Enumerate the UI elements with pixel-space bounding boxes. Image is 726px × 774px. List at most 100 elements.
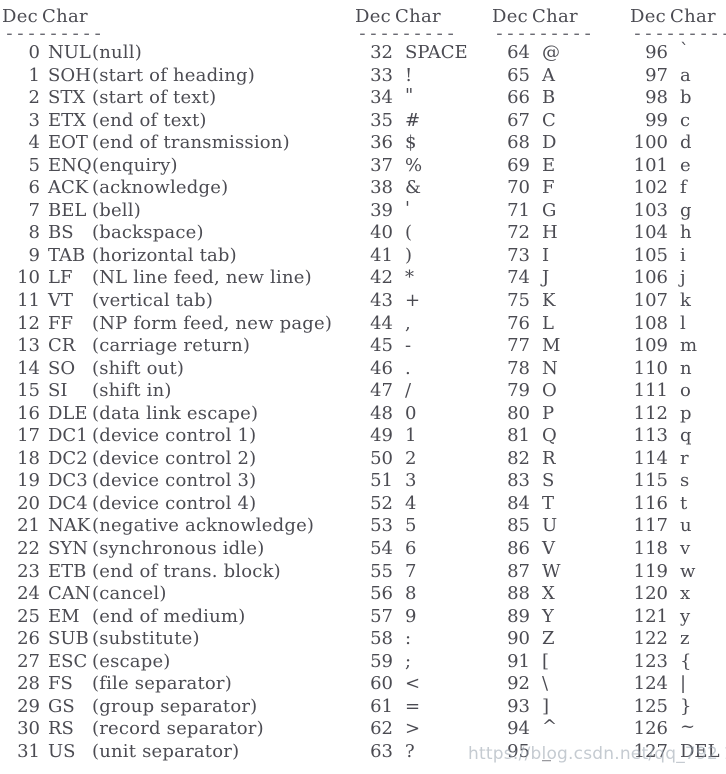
ascii-char-value: DC4 — [48, 492, 88, 514]
ascii-decimal-value: 1 — [28, 64, 40, 86]
ascii-row: 51 3 — [355, 470, 491, 493]
ascii-description: (record separator) — [92, 718, 264, 740]
ascii-char-value: ETB — [48, 560, 87, 582]
ascii-row: 44, — [355, 313, 491, 336]
ascii-row: 21 NAK (negative acknowledge) — [2, 515, 352, 538]
ascii-char-value: ESC — [48, 650, 88, 672]
ascii-char-value: ETX — [48, 109, 86, 131]
ascii-row: 96 ` — [630, 40, 726, 65]
ascii-decimal-value: 64 — [507, 42, 530, 63]
ascii-decimal-value: 121 — [633, 605, 668, 627]
ascii-row: 123 { — [630, 651, 726, 674]
ascii-row: 0 NUL (null) — [2, 42, 352, 65]
ascii-decimal-value: 56 — [370, 583, 393, 605]
ascii-decimal-value: 13 — [17, 335, 40, 357]
ascii-char-value: w — [680, 560, 696, 582]
ascii-row: 95 _ — [492, 741, 629, 764]
ascii-char-value: 4 — [405, 492, 417, 514]
ascii-row: 37% — [355, 155, 491, 178]
ascii-description: (NP form feed, new page) — [92, 312, 333, 334]
ascii-char-value: A — [542, 64, 555, 86]
ascii-row: 124 | — [630, 673, 726, 696]
ascii-char-value: C — [542, 109, 556, 131]
ascii-decimal-value: 108 — [633, 312, 668, 334]
ascii-description: (horizontal tab) — [92, 244, 237, 266]
ascii-decimal-value: 70 — [507, 177, 530, 199]
ascii-row: 52 4 — [355, 493, 491, 516]
ascii-row: 47 / — [355, 380, 491, 403]
ascii-row: 110 n — [630, 358, 726, 381]
ascii-char-value: j — [680, 267, 686, 289]
ascii-decimal-value: 44 — [370, 312, 393, 334]
ascii-decimal-value: 59 — [370, 650, 393, 672]
ascii-char-value: [ — [542, 650, 550, 672]
ascii-char-value: 3 — [405, 470, 417, 492]
ascii-char-value: G — [542, 199, 557, 221]
ascii-row: 104 h — [630, 222, 726, 245]
ascii-decimal-value: 71 — [507, 199, 530, 221]
ascii-decimal-value: 61 — [370, 695, 393, 717]
ascii-row: 25 EM (end of medium) — [2, 606, 352, 629]
ascii-decimal-value: 95 — [507, 740, 530, 762]
ascii-decimal-value: 19 — [17, 470, 40, 492]
ascii-decimal-value: 73 — [507, 244, 530, 266]
ascii-row: 94 ^ — [492, 716, 629, 741]
ascii-decimal-value: 3 — [28, 109, 40, 131]
ascii-row: 46. — [355, 358, 491, 381]
ascii-row: 116 t — [630, 493, 726, 516]
ascii-decimal-value: 123 — [633, 650, 668, 672]
ascii-char-value: SO — [48, 357, 76, 379]
ascii-description: (backspace) — [92, 222, 204, 244]
ascii-decimal-value: 110 — [633, 357, 668, 379]
ascii-rows: 64 @65 A 66 B 67 C 68 D 69 E 70 F 71 G 72 H 73 I 74 J 75 K 76 L 7… — [492, 42, 629, 764]
ascii-decimal-value: 88 — [507, 583, 530, 605]
ascii-row: 85 U — [492, 515, 629, 538]
ascii-char-value: t — [680, 492, 688, 514]
ascii-row: 18 DC2 (device control 2) — [2, 448, 352, 471]
ascii-char-value: EOT — [48, 132, 88, 154]
ascii-char-value: ! — [405, 64, 413, 86]
ascii-row: 111 o — [630, 380, 726, 403]
ascii-char-value: ; — [405, 650, 412, 672]
ascii-char-value: o — [680, 380, 691, 402]
ascii-decimal-value: 11 — [17, 290, 40, 312]
ascii-rows: 32 SPACE 33! 34 " 35 #36 $37% 38 & 39 ' 40(41) 42 * 43 +… — [355, 42, 491, 764]
ascii-decimal-value: 90 — [507, 628, 530, 650]
ascii-decimal-value: 75 — [507, 290, 530, 312]
ascii-char-value: O — [542, 380, 557, 402]
ascii-char-value: E — [542, 154, 556, 176]
ascii-decimal-value: 54 — [370, 538, 393, 560]
ascii-char-value: $ — [405, 132, 417, 154]
ascii-row: 16 DLE (data link escape) — [2, 403, 352, 426]
ascii-row: 76 L — [492, 313, 629, 336]
ascii-row: 50 2 — [355, 448, 491, 471]
ascii-row: 97 a — [630, 65, 726, 88]
ascii-char-value: m — [680, 335, 698, 357]
ascii-table-sheet: Dec Char --------- 0 NUL (null) 1 SOH (start o… — [0, 0, 726, 774]
ascii-char-value: DLE — [48, 402, 88, 424]
ascii-decimal-value: 28 — [17, 673, 40, 695]
ascii-row: 93] — [492, 696, 629, 719]
ascii-description: (start of heading) — [92, 64, 255, 86]
ascii-row: 109 m — [630, 335, 726, 358]
ascii-decimal-value: 72 — [507, 222, 530, 244]
ascii-char-value: | — [680, 673, 687, 695]
ascii-char-value: q — [680, 425, 692, 447]
ascii-row: 127 DEL — [630, 741, 726, 764]
ascii-row: 60 < — [355, 673, 491, 696]
ascii-row: 98 b — [630, 87, 726, 110]
ascii-char-value: CAN — [48, 583, 91, 605]
ascii-decimal-value: 53 — [370, 515, 393, 537]
ascii-description: (vertical tab) — [92, 290, 214, 312]
ascii-row: 14 SO (shift out) — [2, 358, 352, 381]
ascii-decimal-value: 78 — [507, 357, 530, 379]
ascii-char-value: a — [680, 64, 691, 86]
ascii-decimal-value: 22 — [17, 538, 40, 560]
ascii-row: 13 CR (carriage return) — [2, 335, 352, 358]
ascii-decimal-value: 104 — [633, 222, 668, 244]
ascii-char-value: x — [680, 583, 691, 605]
ascii-row: 107 k — [630, 290, 726, 313]
ascii-row: 73 I — [492, 245, 629, 268]
ascii-decimal-value: 34 — [370, 87, 393, 109]
ascii-decimal-value: 4 — [28, 132, 40, 154]
